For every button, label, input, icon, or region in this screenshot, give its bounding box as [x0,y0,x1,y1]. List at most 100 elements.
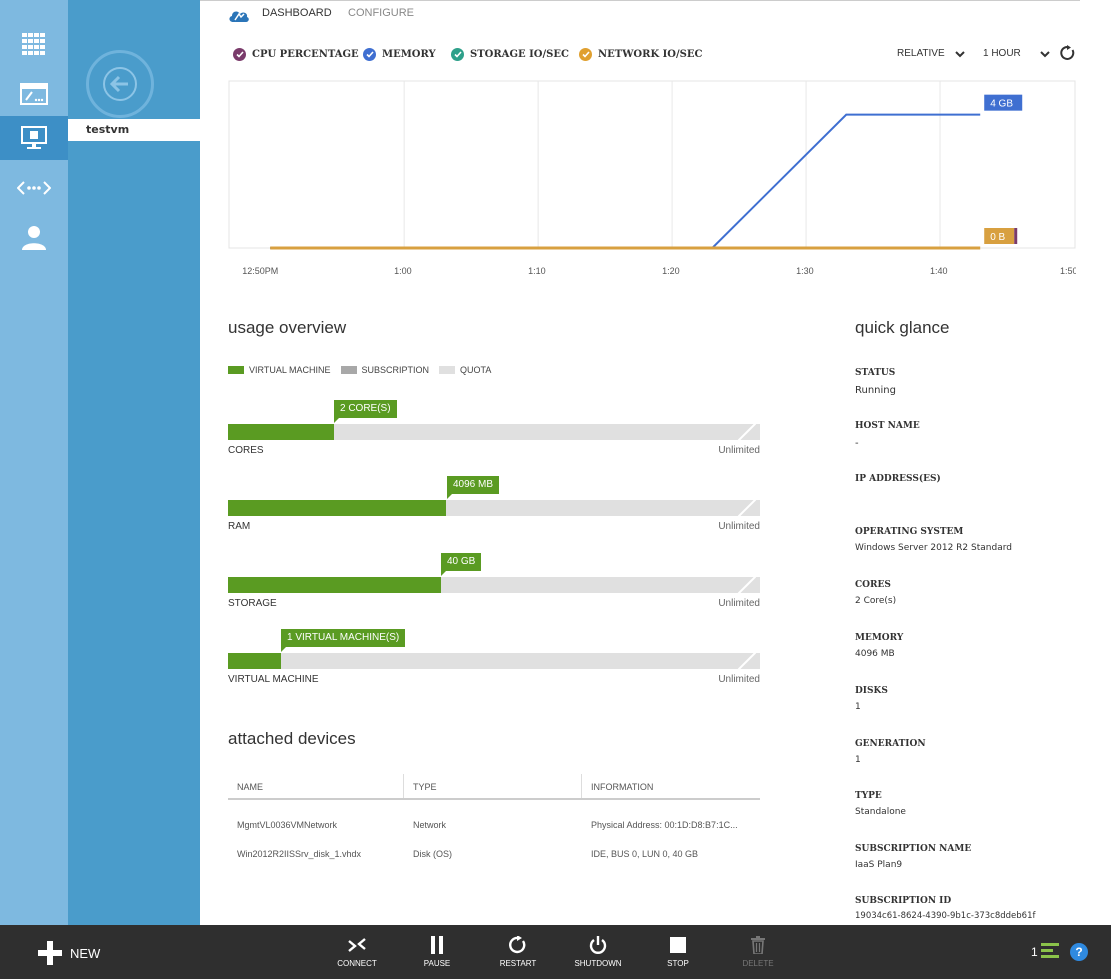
stop-button[interactable]: STOP [648,931,708,968]
x-tick-label: 1:00 [394,266,412,276]
table-header-line [228,798,760,800]
website-icon [20,83,48,105]
command-bar: NEW CONNECT PAUSE RESTART SHUTDOWN STOP … [0,925,1111,979]
new-button[interactable]: NEW [38,941,100,965]
usage-overview-title: usage overview [228,318,347,337]
x-tick-label: 1:20 [662,266,680,276]
memory-value: 4096 MB [855,649,895,659]
chevron-down-icon[interactable] [1040,50,1050,58]
x-tick-label: 1:50 [1060,266,1076,276]
connect-button[interactable]: CONNECT [327,931,387,968]
metric-label: NETWORK IO/SEC [598,49,703,60]
usage-name: VIRTUAL MACHINE [228,674,319,685]
power-icon [589,936,607,954]
status-value: Running [855,385,896,396]
series-end-marker [1014,228,1018,244]
column-divider [403,774,404,798]
shutdown-label: SHUTDOWN [574,959,622,968]
metric-network-io[interactable]: NETWORK IO/SEC [579,48,702,61]
usage-bar-virtual-machine [228,653,760,669]
metric-storage-io[interactable]: STORAGE IO/SEC [451,48,569,61]
cell-information: IDE, BUS 0, LUN 0, 40 GB [591,849,699,859]
restart-button[interactable]: RESTART [488,931,548,968]
series-line [270,113,981,249]
check-icon [451,48,464,61]
notifications-icon[interactable] [1041,943,1059,959]
rail-networks[interactable] [0,166,68,210]
tab-configure[interactable]: CONFIGURE [348,7,414,19]
subscription-name-label: SUBSCRIPTION NAME [855,844,972,854]
unlimited-mark [737,424,757,440]
top-divider [200,0,1080,1]
rail-websites[interactable] [0,72,68,116]
rail-accounts[interactable] [0,215,68,259]
metric-cpu-percentage[interactable]: CPU PERCENTAGE [233,48,359,61]
rail-virtual-machines[interactable] [0,116,68,160]
tab-dashboard[interactable]: DASHBOARD [262,7,332,19]
column-divider [581,774,582,798]
host-name-label: HOST NAME [855,421,920,431]
help-icon[interactable]: ? [1070,943,1088,961]
memory-label: MEMORY [855,633,904,643]
back-button[interactable] [86,50,154,118]
check-icon [233,48,246,61]
column-header-name[interactable]: NAME [237,782,263,792]
column-header-information[interactable]: INFORMATION [591,782,653,792]
generation-value: 1 [855,755,861,765]
usage-bar-cores [228,424,760,440]
cell-information: Physical Address: 00:1D:D8:B7:1C... [591,820,738,830]
metric-label: STORAGE IO/SEC [470,49,569,60]
shutdown-button[interactable]: SHUTDOWN [568,931,628,968]
generation-label: GENERATION [855,739,926,749]
usage-tag: 1 VIRTUAL MACHINE(S) [281,629,406,652]
column-header-type[interactable]: TYPE [413,782,437,792]
range-dropdown[interactable]: 1 HOUR [983,48,1021,59]
usage-legend: VIRTUAL MACHINE SUBSCRIPTION QUOTA [228,365,501,375]
metric-label: MEMORY [382,49,436,60]
scale-dropdown[interactable]: RELATIVE [897,48,945,59]
network-icon [17,181,51,195]
type-label: TYPE [855,791,882,801]
virtual-machine-icon [21,126,47,149]
notification-count: 1 [1031,945,1038,959]
usage-limit: Unlimited [718,445,760,456]
legend-swatch-quota [439,366,456,374]
rail-all-items[interactable] [0,22,68,66]
unlimited-mark [737,577,757,593]
pause-button[interactable]: PAUSE [407,931,467,968]
unlimited-mark [737,500,757,516]
delete-button: DELETE [728,931,788,968]
restart-label: RESTART [499,959,537,968]
back-arrow-icon [103,67,137,101]
cloud-icon [229,11,249,22]
cell-type: Disk (OS) [413,849,452,859]
metrics-chart: 12:50PM 1:00 1:10 1:20 1:30 1:40 1:50 4 GB 0 B [228,80,1076,276]
ip-address-label: IP ADDRESS(ES) [855,474,941,484]
legend-swatch-vm [228,366,244,374]
subscription-id-label: SUBSCRIPTION ID [855,896,952,906]
chart-frame [228,80,1076,249]
subscription-name-value: IaaS Plan9 [855,860,903,870]
delete-label: DELETE [742,959,774,968]
usage-bar-storage [228,577,760,593]
connect-label: CONNECT [337,959,377,968]
metric-memory[interactable]: MEMORY [363,48,436,61]
resource-item-testvm[interactable]: testvm [68,119,200,141]
usage-fill [228,424,335,440]
check-icon [579,48,592,61]
status-label: STATUS [855,368,896,378]
unlimited-mark [737,653,757,669]
refresh-icon[interactable] [1060,45,1076,61]
usage-tag: 4096 MB [447,476,500,499]
pause-label: PAUSE [423,959,451,968]
series-end-label: 0 B [990,232,1005,243]
attached-devices-title: attached devices [228,729,356,748]
usage-limit: Unlimited [718,674,760,685]
usage-name: STORAGE [228,598,277,609]
grid-icon [22,33,45,55]
usage-bar-ram [228,500,760,516]
cell-type: Network [413,820,447,830]
chevron-down-icon[interactable] [955,50,965,58]
pause-icon [431,936,443,954]
usage-name: CORES [228,445,264,456]
